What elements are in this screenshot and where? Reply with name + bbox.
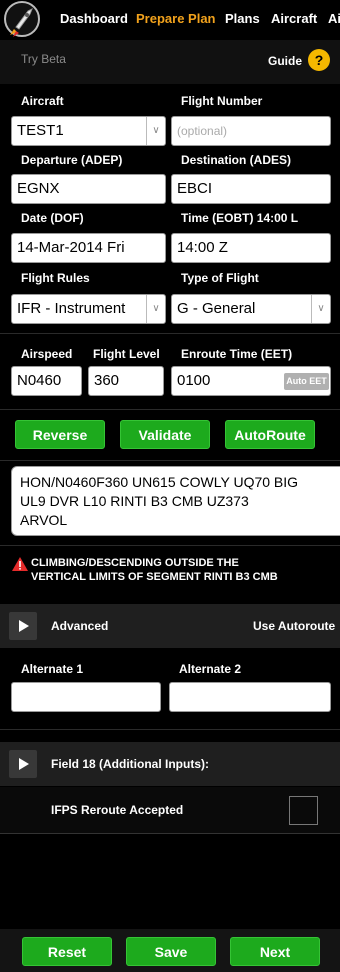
departure-label: Departure (ADEP)	[21, 153, 123, 167]
flight-rules-select[interactable]: IFR - Instrument ∨	[11, 294, 166, 324]
chevron-down-icon: ∨	[311, 295, 330, 323]
alternate-1-label: Alternate 1	[21, 662, 84, 676]
divider	[0, 833, 340, 834]
play-icon[interactable]	[9, 612, 37, 640]
flight-rules-label: Flight Rules	[21, 271, 90, 285]
flight-number-label: Flight Number	[181, 94, 263, 108]
destination-value: EBCI	[177, 180, 213, 197]
reset-button[interactable]: Reset	[22, 937, 112, 966]
airspeed-value: N0460	[17, 372, 62, 389]
time-label: Time (EOBT) 14:00 L	[181, 211, 299, 225]
flight-rules-value: IFR - Instrument	[17, 300, 126, 317]
divider	[0, 729, 340, 730]
aircraft-select[interactable]: TEST1 ∨	[11, 116, 166, 146]
flight-number-placeholder: (optional)	[177, 124, 228, 138]
nav-plans[interactable]: Plans	[225, 11, 260, 26]
enroute-time-value: 0100	[177, 372, 211, 389]
try-beta-link[interactable]: Try Beta	[21, 52, 66, 66]
type-of-flight-value: G - General	[177, 300, 256, 317]
route-line: UL9 DVR L10 RINTI B3 CMB UZ373	[20, 493, 249, 509]
chevron-down-icon: ∨	[146, 295, 165, 323]
header: Dashboard Prepare Plan Plans Aircraft Ai	[0, 0, 340, 40]
nav-prepare-plan[interactable]: Prepare Plan	[136, 11, 216, 26]
flight-level-input[interactable]: 360	[88, 366, 164, 396]
nav-aircraft[interactable]: Aircraft	[271, 11, 317, 26]
airspeed-label: Airspeed	[21, 347, 73, 361]
destination-input[interactable]: EBCI	[171, 174, 331, 204]
validate-button[interactable]: Validate	[120, 420, 210, 449]
route-line: ARVOL	[20, 512, 68, 528]
flight-level-value: 360	[94, 372, 120, 389]
warning-icon	[11, 556, 29, 572]
next-button[interactable]: Next	[230, 937, 320, 966]
rocket-logo-icon[interactable]	[2, 1, 48, 41]
nav-ai[interactable]: Ai	[328, 11, 340, 26]
type-of-flight-label: Type of Flight	[181, 271, 259, 285]
play-icon[interactable]	[9, 750, 37, 778]
type-of-flight-select[interactable]: G - General ∨	[171, 294, 331, 324]
warning-line: CLIMBING/DESCENDING OUTSIDE THE	[31, 557, 239, 569]
flight-level-label: Flight Level	[93, 347, 160, 361]
divider	[0, 460, 340, 461]
alternate-2-input[interactable]	[169, 682, 331, 712]
alternate-1-input[interactable]	[11, 682, 161, 712]
flight-number-input[interactable]: (optional)	[171, 116, 331, 146]
ifps-checkbox[interactable]	[289, 796, 318, 825]
field18-label: Field 18 (Additional Inputs):	[51, 757, 209, 771]
divider	[0, 545, 340, 546]
departure-value: EGNX	[17, 180, 60, 197]
departure-input[interactable]: EGNX	[11, 174, 166, 204]
help-symbol: ?	[314, 52, 324, 68]
auto-eet-button[interactable]: Auto EET	[284, 373, 329, 390]
date-value: 14-Mar-2014 Fri	[17, 239, 125, 256]
date-input[interactable]: 14-Mar-2014 Fri	[11, 233, 166, 263]
warning-line: VERTICAL LIMITS OF SEGMENT RINTI B3 CMB	[31, 571, 278, 583]
use-autoroute-link[interactable]: Use Autoroute	[253, 619, 335, 633]
save-button[interactable]: Save	[126, 937, 216, 966]
advanced-bar[interactable]: Advanced Use Autoroute	[0, 604, 340, 648]
alternate-2-label: Alternate 2	[179, 662, 242, 676]
date-label: Date (DOF)	[21, 211, 84, 225]
subheader: Try Beta Guide ?	[0, 40, 340, 84]
divider	[0, 333, 340, 334]
reverse-button[interactable]: Reverse	[15, 420, 105, 449]
chevron-down-icon: ∨	[146, 117, 165, 145]
field18-bar[interactable]: Field 18 (Additional Inputs):	[0, 742, 340, 786]
help-icon[interactable]: ?	[308, 49, 330, 71]
advanced-label: Advanced	[51, 619, 109, 633]
ifps-row: IFPS Reroute Accepted	[0, 787, 340, 833]
warning-message: CLIMBING/DESCENDING OUTSIDE THE VERTICAL…	[31, 556, 278, 584]
airspeed-input[interactable]: N0460	[11, 366, 82, 396]
divider	[0, 409, 340, 410]
time-input[interactable]: 14:00 Z	[171, 233, 331, 263]
destination-label: Destination (ADES)	[181, 153, 292, 167]
route-textarea[interactable]: HON/N0460F360 UN615 COWLY UQ70 BIG UL9 D…	[11, 466, 340, 536]
nav-dashboard[interactable]: Dashboard	[60, 11, 128, 26]
autoroute-button[interactable]: AutoRoute	[225, 420, 315, 449]
guide-link[interactable]: Guide	[268, 54, 302, 68]
footer-bar: Reset Save Next	[0, 929, 340, 972]
ifps-label: IFPS Reroute Accepted	[51, 803, 184, 817]
enroute-time-label: Enroute Time (EET)	[181, 347, 293, 361]
aircraft-value: TEST1	[17, 122, 64, 139]
aircraft-label: Aircraft	[21, 94, 64, 108]
time-value: 14:00 Z	[177, 239, 228, 256]
route-line: HON/N0460F360 UN615 COWLY UQ70 BIG	[20, 474, 299, 490]
